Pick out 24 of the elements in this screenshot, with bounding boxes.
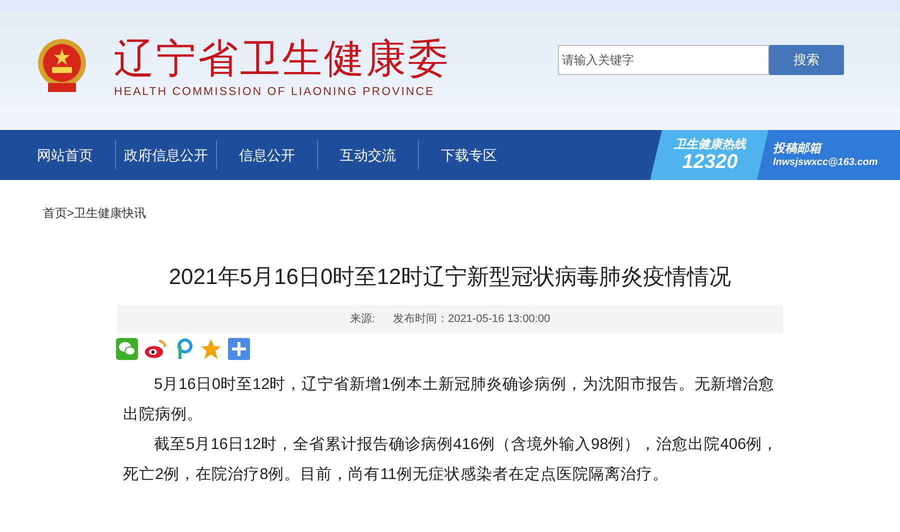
chat-bubbles-icon[interactable]: [116, 338, 138, 360]
plus-icon[interactable]: [228, 338, 250, 360]
mailbox-address: lnwsjswxcc@163.com: [773, 156, 879, 170]
mailbox-label: 投稿邮箱: [773, 140, 824, 156]
nav-item[interactable]: 网站首页: [37, 144, 115, 166]
article-paragraph: 5月16日0时至12时，辽宁省新增1例本土新冠肺炎确诊病例，为沈阳市报告。无新增治愈出院病例。: [123, 375, 776, 425]
source-label: 来源:: [350, 312, 375, 327]
hotline-label: 卫生健康热线: [674, 137, 746, 151]
search-field[interactable]: 请输入关键字: [558, 45, 769, 75]
eye-icon[interactable]: [144, 338, 168, 360]
article-title: 2021年5月16日0时至12时辽宁新型冠状病毒肺炎疫情情况: [168, 263, 732, 291]
publish-time: 发布时间：2021-05-16 13:00:00: [392, 312, 550, 327]
hotline-number: 12320: [682, 151, 738, 173]
nav-item[interactable]: 政府信息公开: [116, 144, 216, 166]
article-paragraph: 截至5月16日12时，全省累计报告确诊病例416例（含境外输入98例），治愈出院406例，死亡2例，在院治疗8例。目前，尚有11例无症状感染者在定点医院隔离治疗。: [123, 435, 780, 485]
star-icon[interactable]: [200, 338, 222, 360]
nav-item[interactable]: 信息公开: [217, 144, 317, 166]
nav-item[interactable]: 互动交流: [318, 144, 418, 166]
search-button[interactable]: 搜索: [769, 45, 844, 75]
site-title: 辽宁省卫生健康委: [114, 36, 450, 82]
emblem-icon: [36, 37, 88, 93]
site-subtitle: HEALTH COMMISSION OF LIAONING PROVINCE: [114, 85, 436, 100]
nav-item[interactable]: 下载专区: [419, 144, 519, 166]
breadcrumb: 首页>卫生健康快讯: [43, 206, 146, 220]
